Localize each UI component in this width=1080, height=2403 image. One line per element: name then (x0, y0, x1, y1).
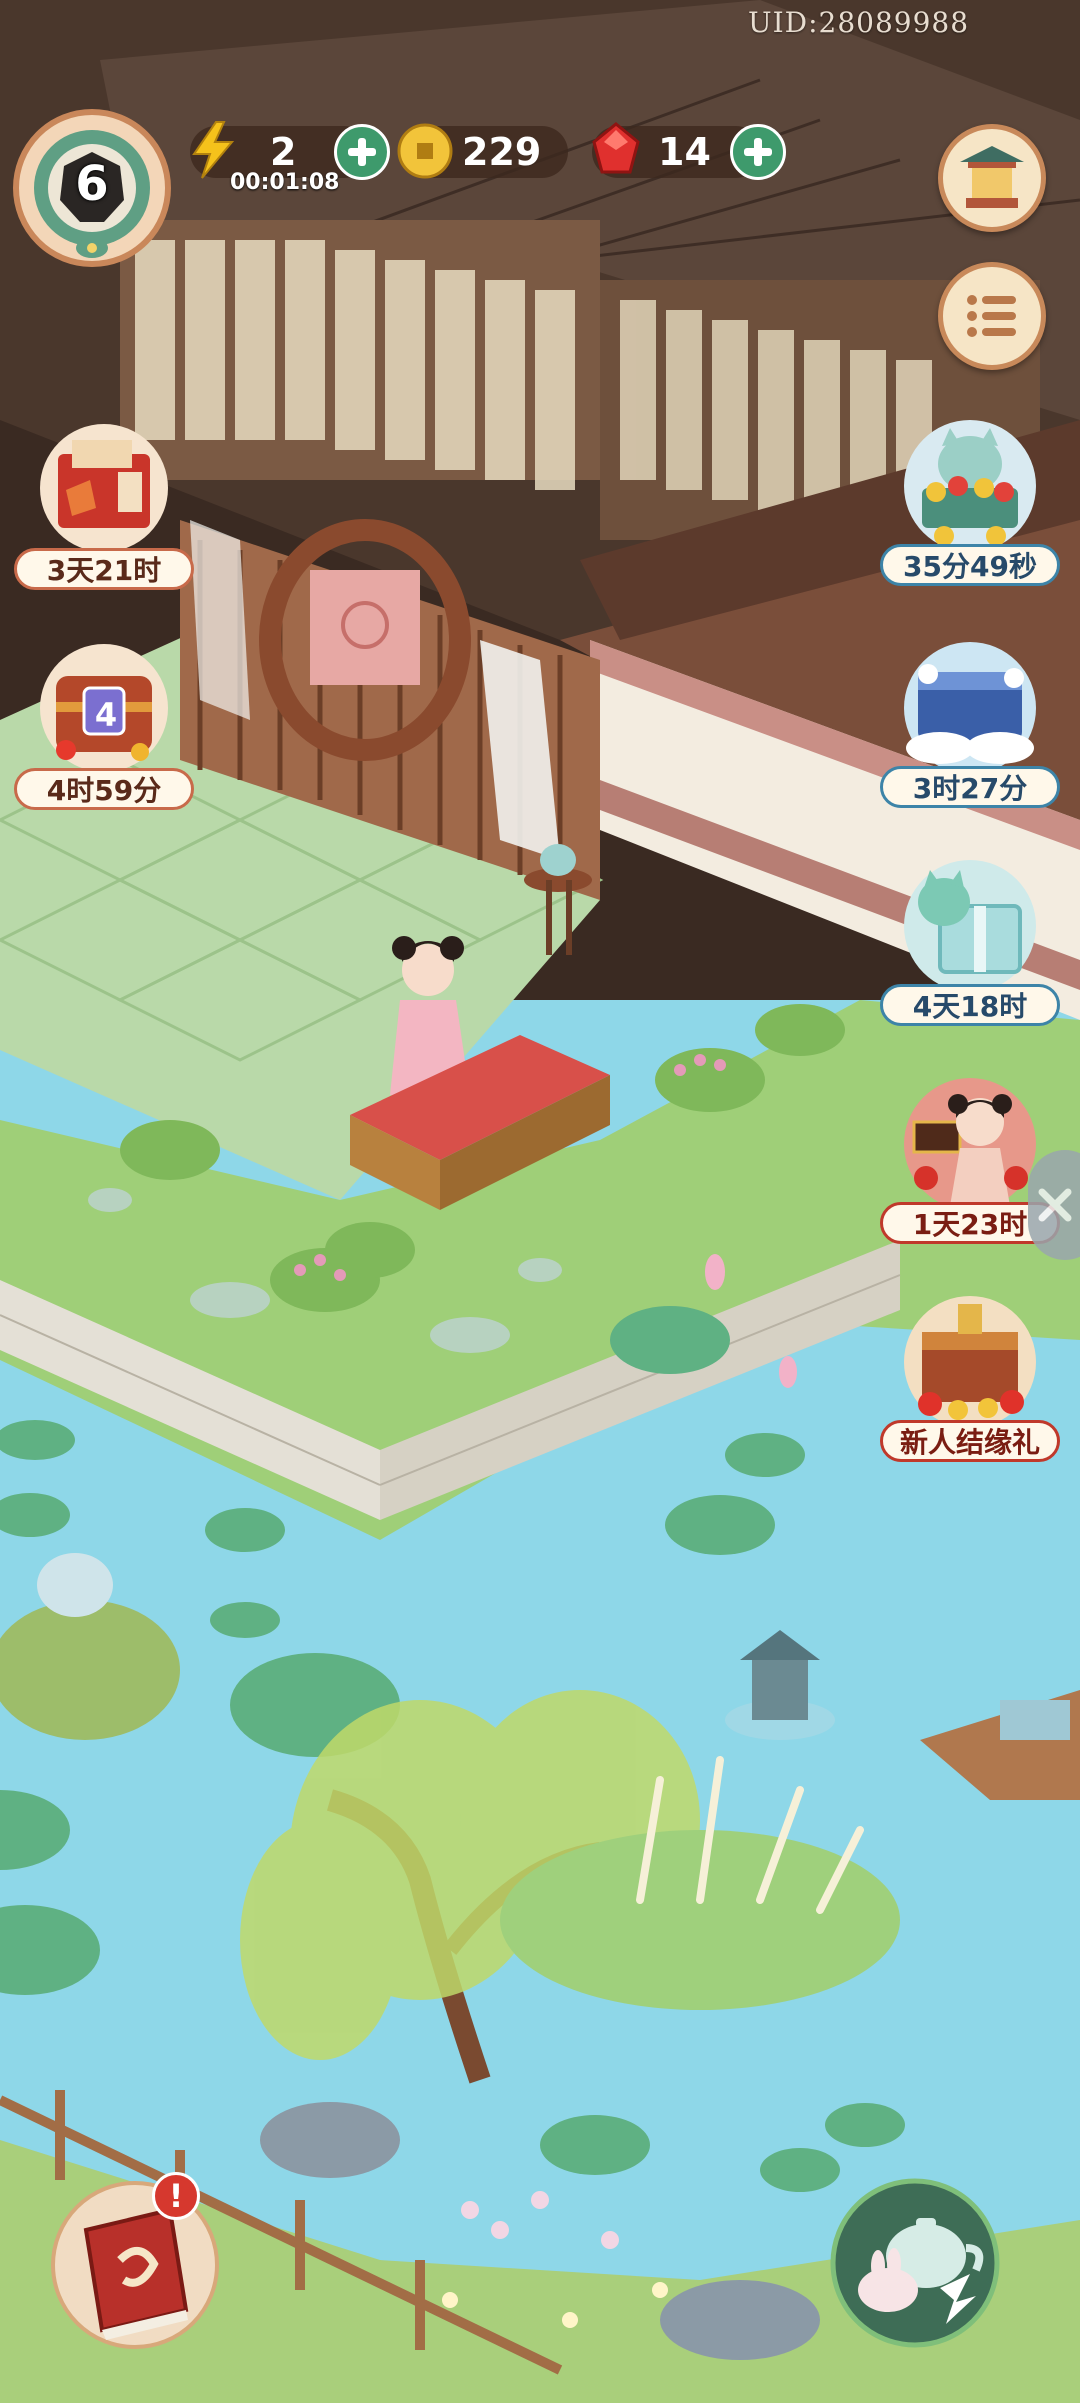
add-energy-button[interactable] (334, 124, 390, 180)
menu-button[interactable] (938, 262, 1046, 370)
blue-snow-chest-icon (904, 642, 1036, 774)
event-timer: 3天21时 (14, 548, 194, 590)
notification-badge: ! (152, 2172, 200, 2220)
add-gems-button[interactable] (730, 124, 786, 180)
event-newbie-gift[interactable]: 新人结缘礼 (880, 1292, 1060, 1462)
gem-value: 14 (658, 130, 711, 174)
cat-coin-cart-icon (904, 420, 1036, 552)
level-frame-icon (13, 109, 171, 267)
event-blue-chest[interactable]: 3时27分 (880, 638, 1060, 808)
uid-label: UID:28089988 (748, 6, 970, 39)
list-menu-icon (967, 295, 1016, 337)
teahouse-button[interactable] (830, 2178, 1000, 2348)
red-gift-package-icon (40, 424, 168, 552)
plus-icon (348, 138, 376, 166)
event-timer: 4时59分 (14, 768, 194, 810)
event-timer: 3时27分 (880, 766, 1060, 808)
close-icon (1038, 1188, 1072, 1222)
energy-value: 2 (270, 130, 297, 174)
event-timer: 4天18时 (880, 984, 1060, 1026)
girl-character-event-icon (904, 1078, 1036, 1210)
event-cat-coin-cart[interactable]: 35分49秒 (880, 416, 1060, 586)
jade-cat-giftbox-icon (904, 860, 1036, 992)
event-treasure-chest[interactable]: 4 4时59分 (14, 640, 194, 810)
teapot-rabbit-icon (830, 2178, 1000, 2348)
shop-button[interactable] (938, 124, 1046, 232)
side-panel-collapse-tab[interactable] (1028, 1150, 1080, 1260)
event-jade-cat-gift[interactable]: 4天18时 (880, 856, 1060, 1026)
chest-level-number: 4 (94, 696, 118, 734)
coin-counter: 229 (397, 123, 568, 179)
coin-value: 229 (462, 130, 542, 174)
pavilion-shop-icon (960, 146, 1024, 208)
coin-icon (397, 123, 453, 179)
energy-regen-timer: 00:01:08 (230, 170, 340, 195)
event-timer: 35分49秒 (880, 544, 1060, 586)
ruby-gem-icon (592, 122, 640, 174)
newbie-chest-icon (904, 1296, 1036, 1428)
player-level-badge[interactable]: 6 (12, 108, 172, 268)
event-timer: 新人结缘礼 (880, 1420, 1060, 1462)
event-red-gift[interactable]: 3天21时 (14, 420, 194, 590)
plus-icon (744, 138, 772, 166)
